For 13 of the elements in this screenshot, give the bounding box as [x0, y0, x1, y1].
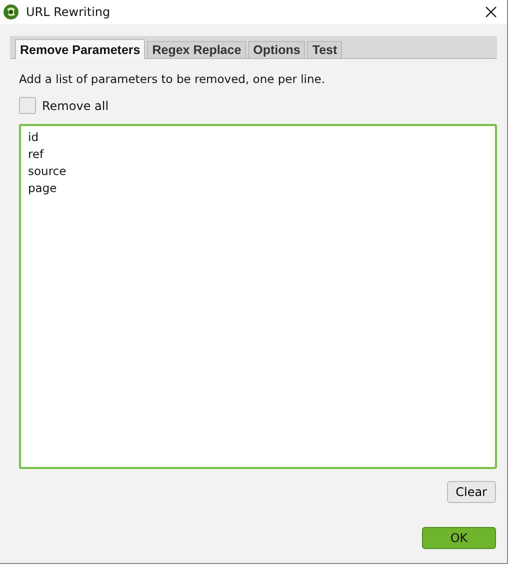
- window-title: URL Rewriting: [26, 5, 110, 19]
- app-logo-icon: [3, 4, 19, 20]
- tab[interactable]: Regex Replace: [147, 41, 246, 58]
- ok-button[interactable]: OK: [422, 527, 496, 549]
- close-icon[interactable]: [485, 6, 497, 18]
- tab[interactable]: Test: [307, 41, 342, 58]
- tab[interactable]: Remove Parameters: [15, 39, 146, 59]
- checkbox[interactable]: [19, 97, 36, 114]
- clear-button[interactable]: Clear: [446, 481, 496, 503]
- parameters-text-area[interactable]: id ref source page: [19, 124, 497, 469]
- checkbox-label: Remove all: [42, 98, 109, 112]
- description-text: Add a list of parameters to be removed, one per line.: [19, 72, 326, 86]
- tab[interactable]: Options: [248, 41, 306, 58]
